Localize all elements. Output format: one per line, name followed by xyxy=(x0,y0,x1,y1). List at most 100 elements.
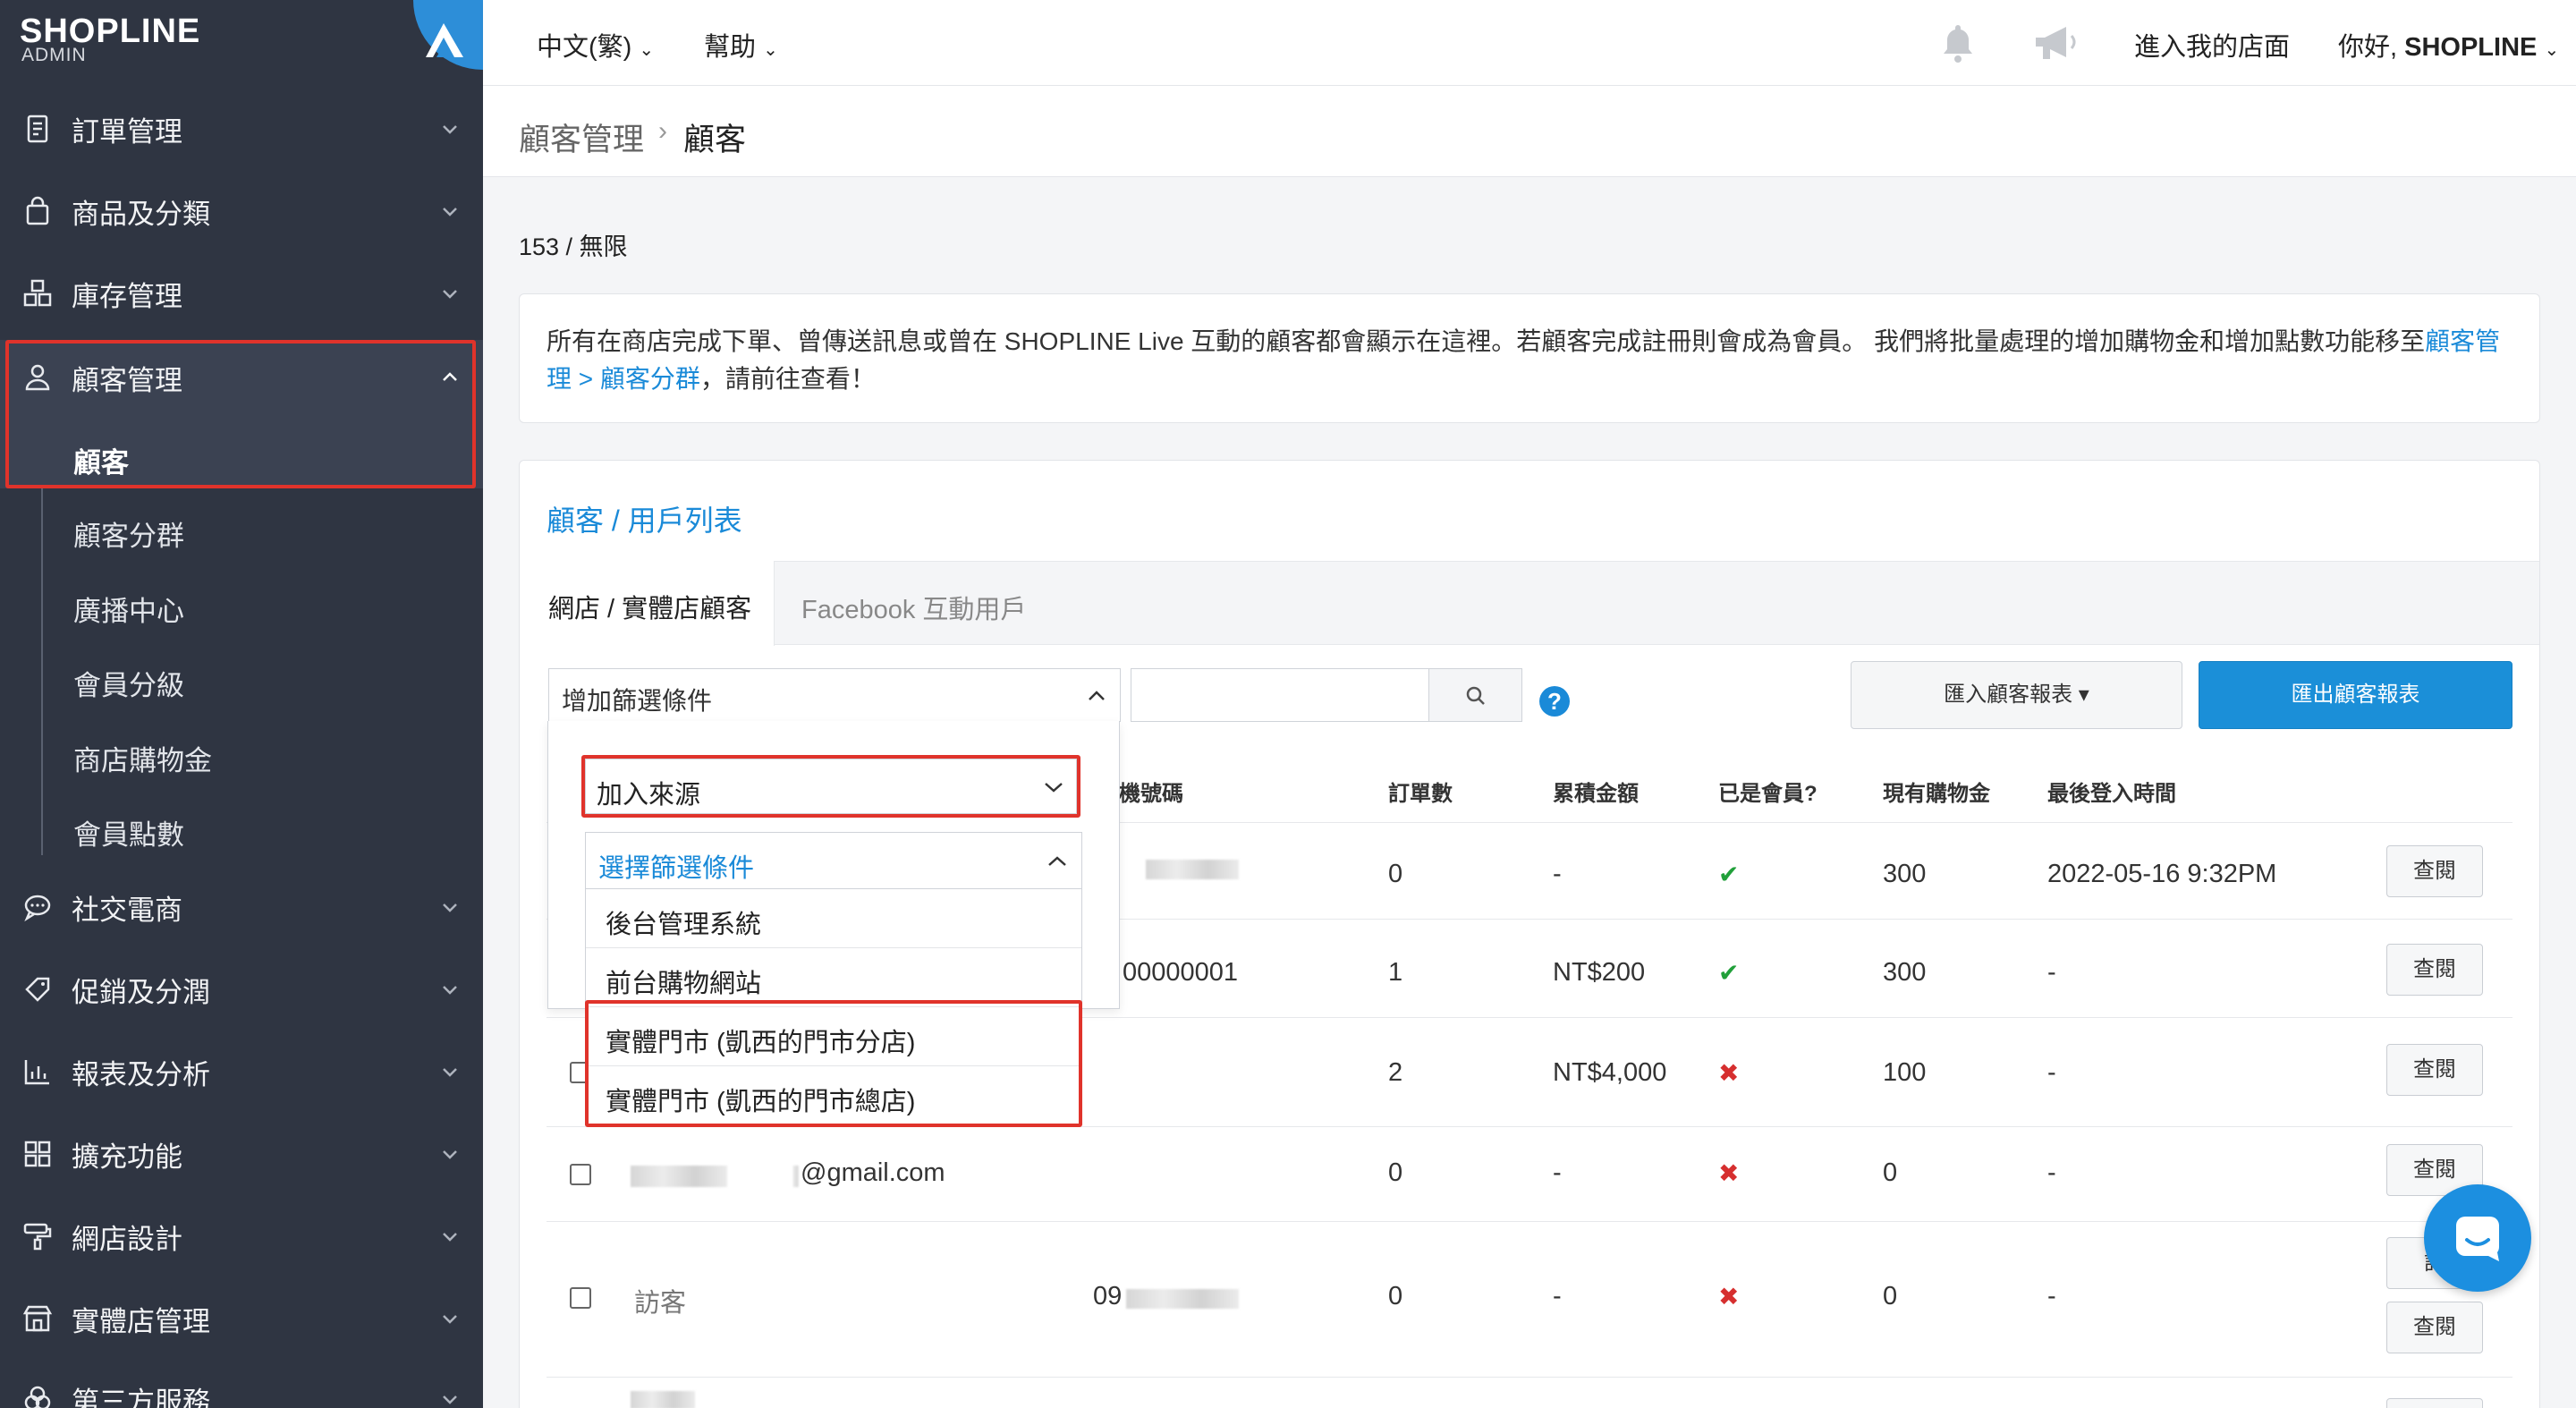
column-header-total: 累積金額 xyxy=(1553,782,1639,806)
breadcrumb: 顧客管理 › 顧客 xyxy=(483,86,2576,177)
cell-phone: 00000001 xyxy=(1123,958,1239,987)
user-menu[interactable]: 你好, SHOPLINE ⌄ xyxy=(2338,26,2559,64)
chevron-down-icon xyxy=(443,1150,457,1159)
export-report-button[interactable]: 匯出顧客報表 xyxy=(2199,661,2512,729)
sidebar-label: 訂單管理 xyxy=(72,115,182,148)
sidebar-item-social-commerce[interactable]: 社交電商 xyxy=(0,866,483,948)
sidebar-subitem-broadcast[interactable]: 廣播中心 xyxy=(73,589,184,629)
integration-icon xyxy=(24,1386,51,1408)
view-button[interactable]: 查閱 xyxy=(2386,1044,2483,1096)
cell-orders: 0 xyxy=(1388,860,1403,888)
row-checkbox[interactable] xyxy=(570,1287,591,1309)
cell-total: - xyxy=(1553,1158,1562,1187)
view-button[interactable]: 查閱 xyxy=(2386,944,2483,996)
help-menu[interactable]: 幫助 ⌄ xyxy=(704,26,778,64)
sidebar-subitem-segments[interactable]: 顧客分群 xyxy=(73,513,184,554)
sidebar-subitem-member-points[interactable]: 會員點數 xyxy=(73,812,184,852)
view-button[interactable]: 查閱 xyxy=(2386,845,2483,897)
sidebar-label: 商品及分類 xyxy=(72,198,210,230)
panel-title: 顧客 / 用戶列表 xyxy=(547,505,742,537)
sidebar-item-third-party[interactable]: 第三方服務 xyxy=(0,1358,483,1408)
cell-orders: 1 xyxy=(1388,958,1403,987)
row-divider xyxy=(547,1377,2512,1378)
chat-bubble-icon xyxy=(24,895,51,922)
paint-roller-icon xyxy=(23,1223,52,1251)
sidebar-label: 網店設計 xyxy=(72,1223,182,1255)
highlight-box xyxy=(581,755,1080,818)
cell-orders: 0 xyxy=(1388,1282,1403,1310)
cross-icon: ✖ xyxy=(1718,1159,1740,1187)
redacted-email xyxy=(793,1166,799,1187)
chevron-down-icon xyxy=(443,1395,457,1404)
highlight-box xyxy=(585,1000,1082,1127)
view-button[interactable]: 查閱 xyxy=(2386,1302,2483,1353)
cell-total: NT$200 xyxy=(1553,958,1646,987)
top-bar: 中文(繁) ⌄ 幫助 ⌄ 進入我的店面 你好, SHOPLINE ⌄ xyxy=(483,0,2576,86)
store-icon xyxy=(22,1305,53,1332)
sidebar-item-store-design[interactable]: 網店設計 xyxy=(0,1195,483,1277)
chevron-up-icon xyxy=(1048,856,1066,866)
help-label: 幫助 xyxy=(704,33,757,62)
sidebar-item-products[interactable]: 商品及分類 xyxy=(0,170,483,252)
sidebar-item-extensions[interactable]: 擴充功能 xyxy=(0,1113,483,1195)
sidebar-item-promotions[interactable]: 促銷及分潤 xyxy=(0,948,483,1031)
chevron-up-icon xyxy=(1089,691,1105,700)
chevron-down-icon: ⌄ xyxy=(763,40,778,60)
language-selector[interactable]: 中文(繁) ⌄ xyxy=(537,26,654,64)
cross-icon: ✖ xyxy=(1718,1283,1740,1310)
greeting-label: 你好, xyxy=(2338,33,2398,62)
cell-phone: 09 xyxy=(1093,1282,1123,1310)
cell-email: @gmail.com xyxy=(801,1158,945,1187)
chat-launcher[interactable] xyxy=(2424,1184,2531,1292)
sidebar-label: 第三方服務 xyxy=(72,1386,210,1408)
chevron-down-icon xyxy=(443,208,457,216)
tab-store-customers[interactable]: 網店 / 實體店顧客 xyxy=(520,561,775,646)
cell-last-login: - xyxy=(2047,1158,2056,1187)
sidebar-item-inventory[interactable]: 庫存管理 xyxy=(0,252,483,335)
cell-credit: 0 xyxy=(1883,1282,1898,1310)
row-divider xyxy=(547,1221,2512,1222)
sidebar-subitem-member-tiers[interactable]: 會員分級 xyxy=(73,663,184,703)
cell-total: - xyxy=(1553,860,1562,888)
info-notice: 所有在商店完成下單、曾傳送訊息或曾在 SHOPLINE Live 互動的顧客都會… xyxy=(519,293,2540,423)
cell-last-login: 2022-05-16 9:32PM xyxy=(2047,860,2277,888)
enter-store-link[interactable]: 進入我的店面 xyxy=(2134,26,2290,64)
customer-count: 153 / 無限 xyxy=(519,233,628,260)
tab-facebook-users[interactable]: Facebook 互動用戶 xyxy=(801,589,1026,626)
sidebar-item-orders[interactable]: 訂單管理 xyxy=(0,88,483,170)
tag-icon xyxy=(25,977,50,1002)
bell-icon[interactable] xyxy=(1937,21,1979,64)
cell-last-login: - xyxy=(2047,1282,2056,1310)
brand-logo[interactable]: SHOPLINE ADMIN xyxy=(0,0,483,82)
add-filter-dropdown[interactable]: 增加篩選條件 xyxy=(548,668,1121,722)
option-admin-system[interactable]: 後台管理系統 xyxy=(586,889,1081,948)
language-label: 中文(繁) xyxy=(537,33,632,62)
sidebar-item-reports[interactable]: 報表及分析 xyxy=(0,1031,483,1113)
search-button[interactable] xyxy=(1428,668,1522,722)
check-icon: ✔ xyxy=(1718,861,1740,888)
megaphone-icon[interactable] xyxy=(2030,21,2080,64)
sidebar-item-retail-stores[interactable]: 實體店管理 xyxy=(0,1277,483,1360)
shopping-bag-icon xyxy=(26,196,49,225)
cell-credit: 100 xyxy=(1883,1058,1927,1087)
filter-condition-select[interactable]: 選擇篩選條件 xyxy=(585,832,1082,889)
chevron-down-icon xyxy=(443,1315,457,1324)
help-icon[interactable]: ? xyxy=(1539,686,1570,717)
chevron-down-icon xyxy=(443,1068,457,1077)
sidebar-subitem-store-credit[interactable]: 商店購物金 xyxy=(73,738,212,778)
chart-icon xyxy=(24,1060,49,1085)
column-header-orders: 訂單數 xyxy=(1388,782,1453,806)
search-input[interactable] xyxy=(1131,668,1429,722)
redacted-name xyxy=(631,1166,727,1187)
redacted-name xyxy=(631,1391,695,1408)
option-label: 前台購物網站 xyxy=(606,970,762,998)
view-button[interactable]: 查閱 xyxy=(2386,1398,2483,1408)
breadcrumb-parent[interactable]: 顧客管理 xyxy=(519,115,644,160)
row-checkbox[interactable] xyxy=(570,1164,591,1185)
brand-sub: ADMIN xyxy=(21,45,87,65)
chat-icon xyxy=(2456,1217,2499,1261)
cell-last-login: - xyxy=(2047,1058,2056,1087)
import-report-button[interactable]: 匯入顧客報表 ▾ xyxy=(1851,661,2182,729)
tabs-bar: 網店 / 實體店顧客 Facebook 互動用戶 xyxy=(520,561,2539,646)
option-online-store[interactable]: 前台購物網站 xyxy=(586,948,1081,1007)
